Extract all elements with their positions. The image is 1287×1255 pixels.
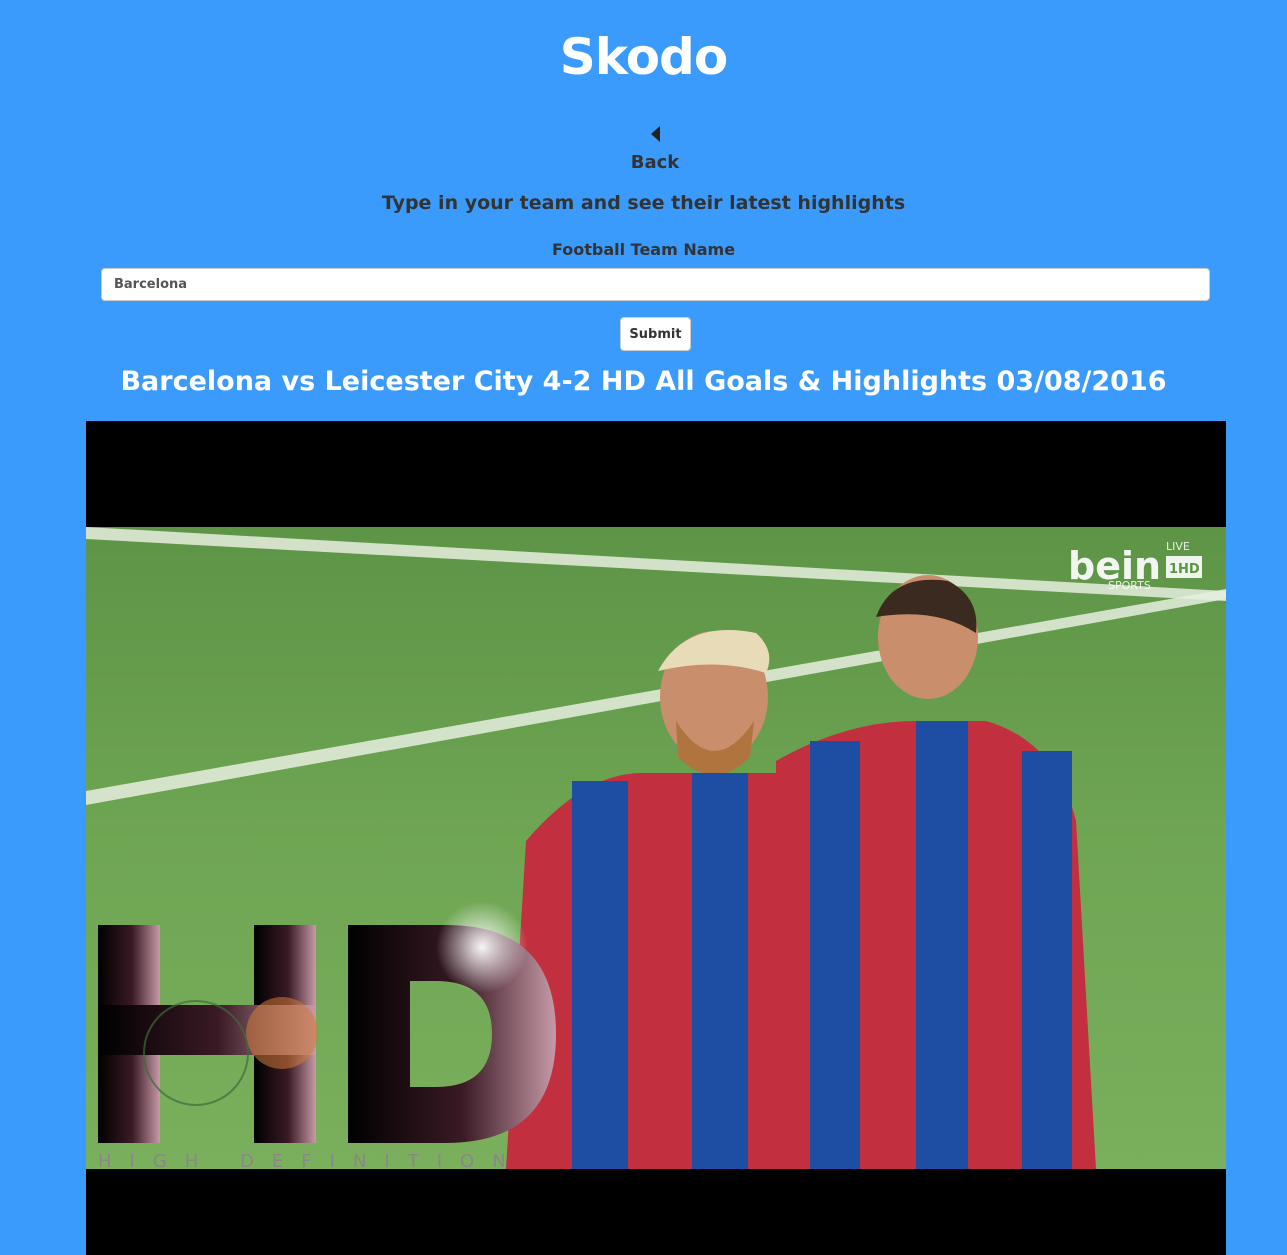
page-tagline: Type in your team and see their latest h…: [381, 192, 906, 214]
hd-badge: 1HD: [1169, 562, 1200, 577]
broadcaster-sub-text: SPORTS: [1108, 579, 1151, 592]
watermark-small-text: HIGH DEFINITION: [98, 1151, 524, 1172]
live-badge: LIVE: [1166, 540, 1190, 553]
team-name-label: Football Team Name: [551, 240, 736, 259]
video-frame: HIGH DEFINITION bein SPORTS LIVE 1HD: [86, 527, 1226, 1172]
video-title: Barcelona vs Leicester City 4-2 HD All G…: [120, 366, 1167, 397]
back-label: Back: [630, 152, 680, 173]
submit-button[interactable]: Submit: [620, 317, 691, 351]
video-player[interactable]: HIGH DEFINITION bein SPORTS LIVE 1HD: [86, 421, 1226, 1255]
chevron-left-icon: [650, 126, 660, 142]
back-button[interactable]: Back: [593, 122, 717, 182]
team-name-input[interactable]: [101, 268, 1210, 301]
site-brand-title: Skodo: [559, 28, 728, 86]
